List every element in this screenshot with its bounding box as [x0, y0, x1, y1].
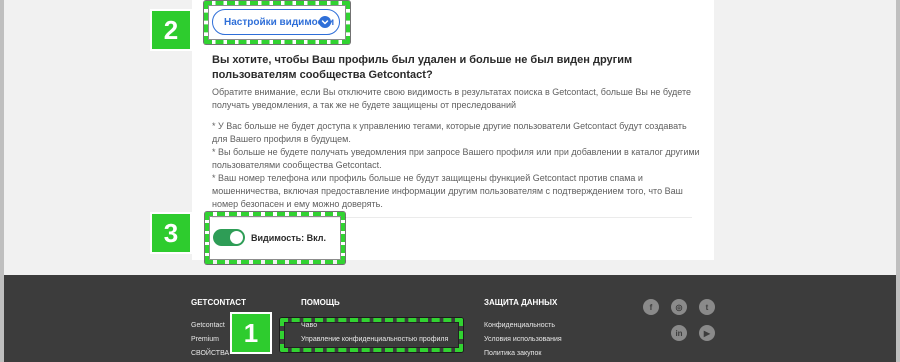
footer-link-privacy-management[interactable]: Управление конфиденциальностью профиля: [301, 336, 448, 343]
intro-paragraph: Обратите внимание, если Вы отключите сво…: [212, 87, 692, 110]
instagram-icon[interactable]: ◎: [671, 299, 687, 315]
page-question-title: Вы хотите, чтобы Ваш профиль был удален …: [212, 54, 633, 81]
step-badge-3: 3: [150, 212, 192, 254]
bullet-spam-protection: * Ваш номер телефона или профиль больше …: [212, 173, 683, 209]
chevron-down-circle-icon: [319, 16, 331, 28]
visibility-settings-label: Настройки видимости: [224, 16, 335, 28]
visibility-toggle[interactable]: [213, 229, 245, 246]
bullet-tags: * У Вас больше не будет доступа к управл…: [212, 121, 687, 144]
footer-link-premium[interactable]: Premium: [191, 336, 219, 343]
bullet-notifications: * Вы больше не будете получать уведомлен…: [212, 147, 700, 170]
footer-link-procurement[interactable]: Политика закупок: [484, 350, 541, 357]
divider: [212, 217, 692, 218]
footer-heading-data-protection: ЗАЩИТА ДАННЫХ: [484, 298, 558, 307]
visibility-toggle-label: Видимость: Вкл.: [251, 233, 326, 243]
site-footer: [0, 275, 900, 362]
footer-link-faq[interactable]: Чаво: [301, 322, 317, 329]
footer-link-features[interactable]: СВОЙСТВА: [191, 350, 229, 357]
facebook-icon[interactable]: f: [643, 299, 659, 315]
footer-link-terms[interactable]: Условия использования: [484, 336, 562, 343]
linkedin-icon[interactable]: in: [671, 325, 687, 341]
footer-link-getcontact[interactable]: Getcontact: [191, 322, 225, 329]
footer-heading-getcontact: GETCONTACT: [191, 298, 246, 307]
step-badge-2: 2: [150, 9, 192, 51]
youtube-icon[interactable]: ▶: [699, 325, 715, 341]
footer-link-privacy[interactable]: Конфиденциальность: [484, 322, 555, 329]
footer-heading-help: ПОМОЩЬ: [301, 298, 340, 307]
step-badge-1: 1: [230, 312, 272, 354]
twitter-icon[interactable]: t: [699, 299, 715, 315]
visibility-settings-button[interactable]: Настройки видимости: [212, 9, 340, 35]
toggle-knob: [230, 231, 243, 244]
